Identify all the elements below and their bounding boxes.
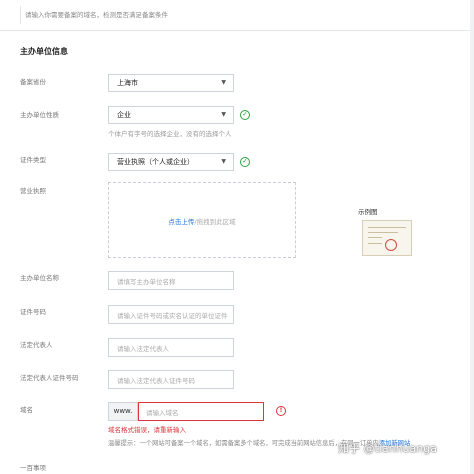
check-circle-icon: ✓ — [240, 157, 250, 167]
license-upload-area[interactable]: 点击上传/拖拽到此区域 — [108, 182, 296, 258]
province-select[interactable]: 上海市 ▼ — [108, 74, 234, 92]
sample-license-image[interactable] — [362, 220, 412, 256]
license-label: 营业执照 — [20, 187, 46, 195]
check-circle-icon: ✓ — [240, 110, 250, 120]
divider — [0, 30, 474, 31]
caret-down-icon: ▼ — [221, 111, 226, 118]
province-value: 上海市 — [117, 79, 138, 87]
sample-line — [368, 227, 406, 228]
watermark: 知乎 @tianhuanga — [338, 442, 437, 455]
sample-line — [368, 243, 382, 244]
scrollbar[interactable] — [470, 0, 474, 474]
domain-placeholder: 请输入域名 — [146, 409, 179, 417]
legal-rep-cert-label: 法定代表人证件号码 — [20, 374, 79, 382]
legal-rep-placeholder: 请输入法定代表人 — [117, 345, 169, 353]
error-circle-icon: ! — [276, 406, 286, 416]
unit-nature-label: 主办单位性质 — [20, 111, 59, 119]
sample-label: 示例图 — [358, 208, 378, 216]
top-hint: 请输入你需要备案的域名，检测是否满足备案条件 — [20, 6, 325, 24]
domain-error-text: 域名格式错误，请重新输入 — [108, 426, 186, 434]
legal-rep-label: 法定代表人 — [20, 341, 53, 349]
cert-type-select[interactable]: 营业执照（个人或企业） ▼ — [108, 153, 234, 171]
form-panel: 请输入你需要备案的域名，检测是否满足备案条件 主办单位信息 备案省份 上海市 ▼… — [0, 0, 474, 474]
unit-nature-value: 企业 — [117, 111, 131, 119]
upload-rest: /拖拽到此区域 — [194, 218, 236, 226]
legal-rep-cert-input[interactable]: 请输入法定代表人证件号码 — [108, 370, 234, 389]
legal-rep-cert-placeholder: 请输入法定代表人证件号码 — [117, 377, 195, 385]
unit-nature-select[interactable]: 企业 ▼ — [108, 106, 234, 124]
caret-down-icon: ▼ — [221, 158, 226, 165]
upload-text: 点击上传/拖拽到此区域 — [109, 216, 295, 226]
cert-number-label: 证件号码 — [20, 308, 46, 316]
unit-name-placeholder: 请填写主办单位名称 — [117, 278, 176, 286]
sample-line — [368, 237, 382, 238]
cert-type-label: 证件类型 — [20, 156, 46, 164]
cert-number-placeholder: 请输入证件号码或实名认证的单位证件 — [117, 312, 228, 320]
unit-name-label: 主办单位名称 — [20, 274, 59, 282]
caret-down-icon: ▼ — [221, 79, 226, 86]
province-label: 备案省份 — [20, 78, 46, 86]
cert-number-input[interactable]: 请输入证件号码或实名认证的单位证件 — [108, 305, 234, 324]
legal-rep-input[interactable]: 请输入法定代表人 — [108, 338, 234, 357]
cert-type-value: 营业执照（个人或企业） — [117, 158, 194, 166]
upload-link[interactable]: 点击上传 — [168, 218, 194, 226]
sample-line — [368, 232, 398, 233]
section-title: 主办单位信息 — [20, 47, 68, 56]
domain-label: 域名 — [20, 406, 33, 414]
cut-off-label: 一百事项 — [20, 464, 46, 472]
unit-name-input[interactable]: 请填写主办单位名称 — [108, 271, 234, 290]
domain-prefix: www. — [108, 402, 138, 421]
seal-icon — [385, 239, 397, 251]
unit-nature-hint: 个体户有字号的选择企业，没有的选择个人 — [108, 130, 232, 138]
domain-input[interactable]: 请输入域名 — [138, 402, 264, 421]
